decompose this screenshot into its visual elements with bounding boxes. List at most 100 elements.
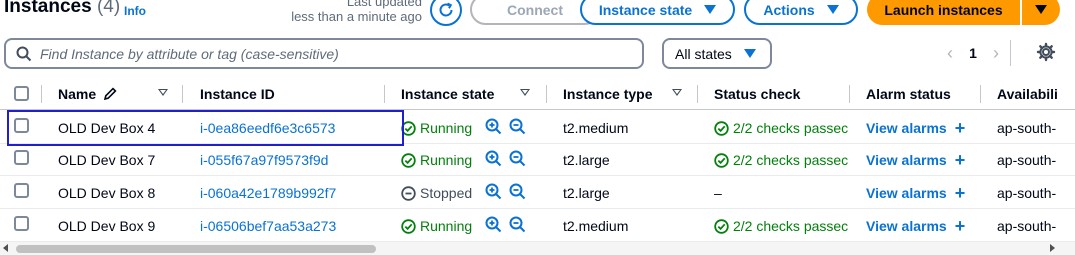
check-circle-icon (714, 152, 729, 168)
pencil-icon (104, 87, 117, 101)
last-updated-value: less than a minute ago (291, 9, 422, 24)
column-label: Name (58, 86, 97, 102)
select-all-checkbox[interactable] (14, 86, 29, 101)
check-circle-icon (714, 218, 729, 234)
view-alarms-link[interactable]: View alarms + (866, 152, 965, 168)
table-row[interactable]: OLD Dev Box 9 i-06506bef7aa53a273 Running t… (0, 210, 1075, 242)
table-row[interactable]: OLD Dev Box 7 i-055f67a97f9573f9d Running t… (0, 144, 1075, 176)
status-check-label: 2/2 checks passec (733, 218, 849, 234)
zoom-in-icon[interactable] (485, 216, 502, 233)
check-circle-icon (401, 152, 416, 168)
sort-icon[interactable] (672, 89, 682, 96)
actions-label: Actions (763, 1, 815, 18)
instance-state-button[interactable]: Instance state (580, 0, 735, 25)
sort-icon[interactable] (158, 89, 168, 96)
search-input[interactable] (40, 45, 620, 62)
states-filter-value: All states (675, 45, 732, 62)
row-checkbox[interactable] (14, 183, 29, 198)
table-row[interactable]: OLD Dev Box 8 i-060a42e1789b992f7 Stopped t… (0, 177, 1075, 209)
instance-type: t2.medium (563, 218, 629, 234)
status-check-label: – (714, 185, 722, 201)
last-updated: Last updated less than a minute ago (280, 0, 422, 24)
search-box[interactable] (4, 38, 644, 69)
instance-id-link[interactable]: i-060a42e1789b992f7 (200, 185, 336, 201)
instance-type: t2.large (563, 185, 610, 201)
launch-dropdown-button[interactable] (1022, 0, 1060, 25)
status-check-label: 2/2 checks passec (733, 120, 849, 136)
caret-down-icon (704, 5, 717, 14)
view-alarms-link[interactable]: View alarms + (866, 185, 965, 201)
column-header-instance-id[interactable]: Instance ID (200, 86, 275, 102)
zoom-in-icon[interactable] (485, 183, 502, 200)
status-check: 2/2 checks passec (714, 218, 849, 234)
states-filter-select[interactable]: All states (662, 38, 772, 69)
launch-instances-button[interactable]: Launch instances (867, 0, 1020, 25)
next-page-icon[interactable]: › (986, 43, 1006, 64)
instance-count: (4) (96, 0, 121, 17)
connect-label: Connect (507, 1, 563, 18)
zoom-out-icon[interactable] (509, 216, 526, 233)
instance-state: Running (401, 152, 472, 168)
actions-button[interactable]: Actions (744, 0, 858, 25)
column-header-availability-zone[interactable]: Availabili (997, 86, 1058, 102)
sort-icon[interactable] (520, 89, 530, 96)
status-check: – (714, 185, 849, 201)
horizontal-scrollbar[interactable] (0, 242, 1075, 255)
instance-state: Running (401, 120, 472, 136)
column-header-name[interactable]: Name (58, 86, 118, 102)
info-link[interactable]: Info (124, 4, 146, 18)
column-header-status-check[interactable]: Status check (714, 86, 800, 102)
instance-id-link[interactable]: i-06506bef7aa53a273 (200, 218, 336, 234)
column-header-alarm-status[interactable]: Alarm status (866, 86, 951, 102)
status-check-label: 2/2 checks passec (733, 152, 849, 168)
zoom-in-icon[interactable] (485, 118, 502, 135)
availability-zone: ap-south- (997, 218, 1057, 234)
instance-state: Running (401, 218, 472, 234)
availability-zone: ap-south- (997, 120, 1057, 136)
plus-icon[interactable]: + (955, 120, 966, 136)
status-check: 2/2 checks passec (714, 120, 849, 136)
check-circle-icon (714, 120, 729, 136)
view-alarms-label: View alarms (866, 120, 947, 136)
scroll-right-icon[interactable] (1050, 244, 1055, 252)
zoom-in-icon[interactable] (485, 150, 502, 167)
plus-icon[interactable]: + (955, 218, 966, 234)
row-checkbox[interactable] (14, 150, 29, 165)
view-alarms-label: View alarms (866, 218, 947, 234)
view-alarms-link[interactable]: View alarms + (866, 120, 965, 136)
launch-label: Launch instances (884, 1, 1003, 18)
instance-type: t2.large (563, 152, 610, 168)
column-divider (384, 85, 385, 103)
instance-state-label: Running (420, 120, 473, 136)
column-divider (697, 85, 698, 103)
gear-icon[interactable] (1036, 42, 1056, 62)
instance-state-label: Running (420, 152, 473, 168)
scroll-left-icon[interactable] (3, 244, 8, 252)
row-checkbox[interactable] (14, 216, 29, 231)
pagination: ‹ 1 › (940, 40, 1025, 66)
column-header-instance-state[interactable]: Instance state (401, 86, 494, 102)
view-alarms-link[interactable]: View alarms + (866, 218, 965, 234)
status-check: 2/2 checks passec (714, 152, 849, 168)
zoom-out-icon[interactable] (509, 183, 526, 200)
selection-highlight-box (7, 110, 404, 146)
availability-zone: ap-south- (997, 185, 1057, 201)
prev-page-icon[interactable]: ‹ (940, 43, 960, 64)
column-divider (182, 85, 183, 103)
caret-down-icon (743, 49, 756, 58)
refresh-button[interactable] (430, 0, 462, 26)
view-alarms-label: View alarms (866, 185, 947, 201)
zoom-out-icon[interactable] (509, 150, 526, 167)
scrollbar-thumb[interactable] (16, 245, 376, 253)
refresh-icon (439, 2, 453, 17)
last-updated-label: Last updated (346, 0, 422, 9)
plus-icon[interactable]: + (955, 152, 966, 168)
column-header-instance-type[interactable]: Instance type (563, 86, 652, 102)
current-page[interactable]: 1 (960, 45, 986, 61)
column-divider (546, 85, 547, 103)
instance-id-link[interactable]: i-055f67a97f9573f9d (200, 152, 328, 168)
column-divider (41, 85, 42, 103)
plus-icon[interactable]: + (955, 185, 966, 201)
view-alarms-label: View alarms (866, 152, 947, 168)
zoom-out-icon[interactable] (509, 118, 526, 135)
